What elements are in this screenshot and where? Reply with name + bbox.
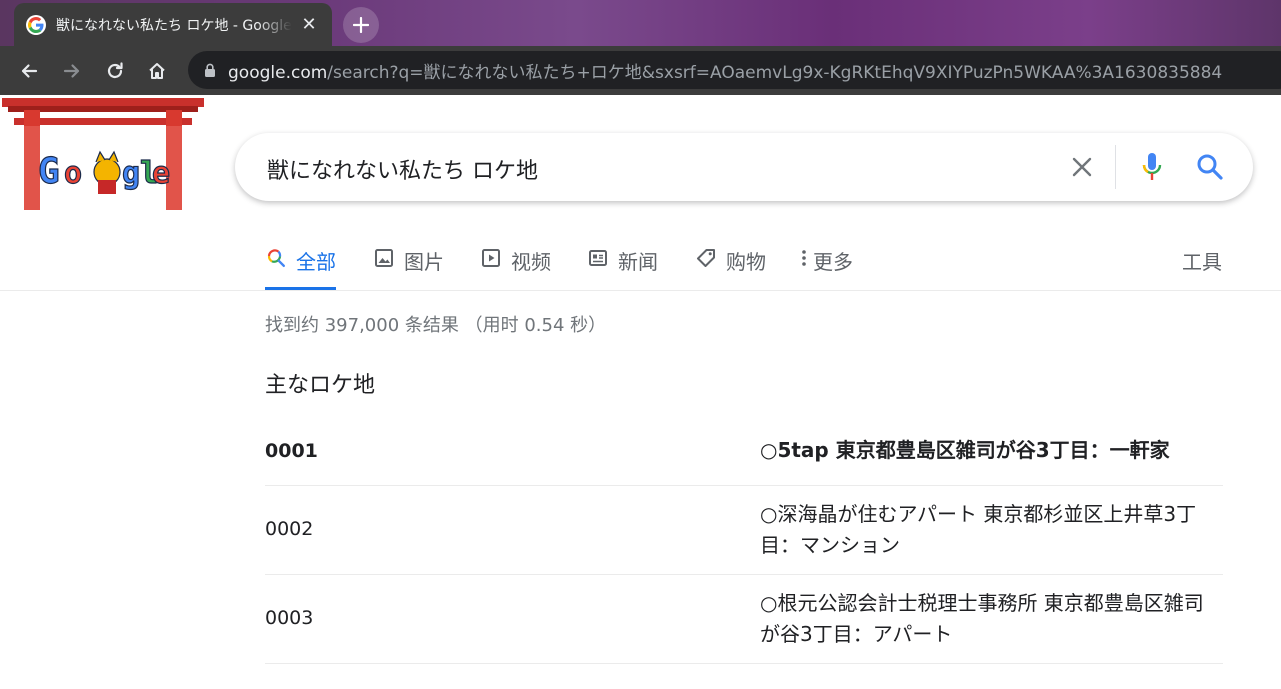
search-input[interactable]: 獣になれない私たち ロケ地: [267, 153, 538, 185]
tab-more-label: 更多: [813, 250, 853, 274]
tab-videos-label: 视频: [511, 250, 551, 274]
browser-tab-active[interactable]: 獣になれない私たち ロケ地 - Google 検索 ✕: [14, 3, 332, 46]
url-host: google.com: [228, 62, 328, 83]
voice-search-button[interactable]: [1135, 150, 1169, 184]
table-row: 0003 ○根元公認会計士税理士事務所 東京都豊島区雑司が谷3丁目：アパート: [265, 575, 1223, 664]
browser-tabstrip: 獣になれない私たち ロケ地 - Google 検索 ✕: [0, 0, 1281, 46]
tab-videos[interactable]: 视频: [480, 238, 551, 290]
back-button[interactable]: [16, 58, 42, 84]
tab-title: 獣になれない私たち ロケ地 - Google 検索: [56, 17, 292, 34]
svg-text:g: g: [122, 156, 140, 191]
home-icon: [149, 63, 165, 79]
close-icon: [1072, 157, 1092, 177]
tab-images[interactable]: 图片: [373, 238, 444, 290]
tab-news[interactable]: 新闻: [587, 238, 658, 290]
table-cell-id: 0002: [265, 518, 314, 540]
search-submit-button[interactable]: [1193, 150, 1227, 184]
search-icon: [1197, 154, 1223, 180]
address-bar[interactable]: google.com/search?q=獣になれない私たち+ロケ地&sxsrf=…: [188, 51, 1281, 89]
more-vert-icon: [799, 247, 809, 269]
tab-news-label: 新闻: [618, 250, 658, 274]
table-cell-location: ○根元公認会計士税理士事務所 東京都豊島区雑司が谷3丁目：アパート: [760, 591, 1204, 646]
tab-close-icon[interactable]: ✕: [300, 15, 318, 34]
table-cell-location: ○深海晶が住むアパート 東京都杉並区上井草3丁目：マンション: [760, 502, 1197, 557]
clear-search-button[interactable]: [1065, 150, 1099, 184]
address-url: google.com/search?q=獣になれない私たち+ロケ地&sxsrf=…: [228, 58, 1222, 83]
plus-icon: [353, 17, 369, 33]
section-title: 主なロケ地: [265, 373, 376, 398]
tab-all[interactable]: 全部: [265, 238, 336, 290]
svg-text:e: e: [152, 156, 170, 191]
tab-more[interactable]: 更多: [799, 238, 853, 290]
tools-button[interactable]: 工具: [1182, 246, 1222, 275]
reload-icon: [107, 62, 123, 79]
tab-images-label: 图片: [404, 250, 444, 274]
microphone-icon: [1142, 153, 1162, 180]
table-cell-id: 0003: [265, 607, 314, 629]
table-cell-id: 0001: [265, 440, 318, 462]
locations-table: 0001 ○5tap 東京都豊島区雑司が谷3丁目：一軒家 0002 ○深海晶が住…: [265, 415, 1223, 664]
svg-text:o: o: [64, 156, 82, 191]
reload-button[interactable]: [102, 58, 128, 84]
table-cell-location: ○5tap 東京都豊島区雑司が谷3丁目：一軒家: [760, 438, 1170, 462]
google-favicon-icon: [26, 14, 46, 35]
tag-icon: [695, 247, 717, 269]
search-box: 獣になれない私たち ロケ地: [235, 133, 1253, 201]
svg-text:G: G: [38, 151, 60, 192]
table-row: 0001 ○5tap 東京都豊島区雑司が谷3丁目：一軒家: [265, 415, 1223, 486]
arrow-left-icon: [21, 64, 38, 78]
url-path: /search?q=獣になれない私たち+ロケ地&sxsrf=AOaemvLg9x…: [327, 62, 1223, 83]
table-row: 0002 ○深海晶が住むアパート 東京都杉並区上井草3丁目：マンション: [265, 486, 1223, 575]
news-icon: [587, 247, 609, 269]
browser-toolbar: google.com/search?q=獣になれない私たち+ロケ地&sxsrf=…: [0, 46, 1281, 95]
search-icon: [265, 247, 287, 269]
tabs-divider: [0, 290, 1281, 291]
google-doodle-logo[interactable]: G o g l e: [2, 96, 204, 212]
video-icon: [480, 247, 502, 269]
search-box-divider: [1115, 145, 1116, 189]
tab-all-label: 全部: [296, 250, 336, 274]
lock-icon: [205, 63, 215, 77]
image-icon: [373, 247, 395, 269]
forward-button[interactable]: [59, 58, 85, 84]
arrow-right-icon: [63, 64, 80, 78]
new-tab-button[interactable]: [343, 7, 379, 43]
tab-shopping-label: 购物: [726, 250, 766, 274]
result-stats: 找到约 397,000 条结果 （用时 0.54 秒）: [265, 315, 607, 336]
home-button[interactable]: [144, 58, 170, 84]
tab-shopping[interactable]: 购物: [695, 238, 766, 290]
